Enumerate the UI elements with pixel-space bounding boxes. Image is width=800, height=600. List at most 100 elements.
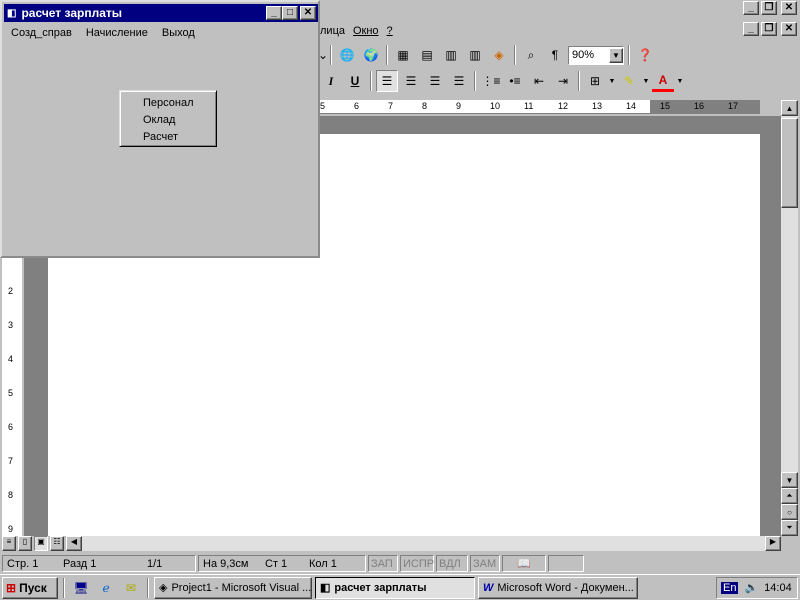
- insert-hyperlink-icon[interactable]: 🌐: [336, 44, 358, 66]
- scroll-left-icon[interactable]: ◀: [66, 536, 82, 551]
- drawing-icon[interactable]: ◈: [488, 44, 510, 66]
- italic-icon[interactable]: I: [320, 70, 342, 92]
- scroll-thumb[interactable]: [781, 118, 798, 208]
- show-hide-icon[interactable]: ¶: [544, 44, 566, 66]
- form-app-icon[interactable]: ◧: [7, 8, 16, 19]
- tables-borders-icon[interactable]: ▦: [392, 44, 414, 66]
- print-layout-icon[interactable]: ▣: [34, 536, 48, 551]
- borders-icon[interactable]: ⊞: [584, 70, 606, 92]
- system-tray: En 🔈 14:04: [716, 576, 798, 599]
- outline-view-icon[interactable]: ☷: [50, 536, 64, 551]
- hscroll-track[interactable]: [82, 536, 765, 551]
- language-indicator[interactable]: En: [721, 581, 739, 594]
- task-word[interactable]: W Microsoft Word - Докумен...: [478, 576, 638, 599]
- vb-icon: ◈: [159, 582, 168, 594]
- menu-create-cert[interactable]: Созд_справ: [11, 27, 72, 39]
- scroll-down-icon[interactable]: ▼: [781, 472, 798, 488]
- word-menubar: лица Окно ?: [320, 22, 393, 40]
- show-desktop-icon[interactable]: 🖥: [70, 577, 92, 599]
- horizontal-ruler[interactable]: 5 6 7 8 9 10 11 12 13 14 15 16 17: [320, 100, 760, 114]
- justify-icon[interactable]: ☰: [448, 70, 470, 92]
- status-rec[interactable]: ЗАП: [368, 555, 398, 572]
- insert-excel-icon[interactable]: ▥: [440, 44, 462, 66]
- horizontal-scrollbar[interactable]: ≡ ▯ ▣ ☷ ◀ ▶: [0, 536, 781, 552]
- doc-close-button[interactable]: ✕: [781, 22, 797, 36]
- menu-help[interactable]: ?: [387, 25, 393, 37]
- doc-window-controls: _ ❐ ✕: [743, 22, 797, 39]
- next-page-icon[interactable]: ⏷: [781, 520, 798, 536]
- vertical-ruler[interactable]: 2 3 4 5 6 7 8 9: [2, 258, 22, 536]
- form-title-bar[interactable]: ◧ расчет зарплаты _ □ ✕: [4, 4, 318, 22]
- word-icon: W: [483, 581, 494, 594]
- minimize-button[interactable]: _: [743, 1, 759, 15]
- standard-toolbar: ⌄ 🌐 🌍 ▦ ▤ ▥ ▥ ◈ ⌕ ¶ 90% ▼ ❓: [318, 42, 656, 68]
- form-icon: ◧: [320, 582, 331, 594]
- internet-explorer-icon[interactable]: ℯ: [95, 577, 117, 599]
- form-close-button[interactable]: ✕: [300, 6, 316, 20]
- form-maximize-button[interactable]: □: [282, 6, 298, 20]
- align-left-icon[interactable]: ☰: [376, 70, 398, 92]
- close-button[interactable]: ✕: [781, 1, 797, 15]
- menu-window[interactable]: Окно: [353, 25, 379, 37]
- normal-view-icon[interactable]: ≡: [2, 536, 16, 551]
- underline-icon[interactable]: U: [344, 70, 366, 92]
- clock[interactable]: 14:04: [764, 582, 792, 594]
- font-color-icon[interactable]: A: [652, 70, 674, 92]
- columns-icon[interactable]: ▥: [464, 44, 486, 66]
- bullets-icon[interactable]: •≡: [504, 70, 526, 92]
- speaker-icon[interactable]: 🔈: [744, 581, 758, 594]
- status-bar: Стр. 1 Разд 1 1/1 На 9,3см Ст 1 Кол 1 ЗА…: [0, 553, 800, 573]
- office-assistant-icon[interactable]: ❓: [634, 44, 656, 66]
- numbering-icon[interactable]: ⋮≡: [480, 70, 502, 92]
- scroll-right-icon[interactable]: ▶: [765, 536, 781, 551]
- chevron-down-icon[interactable]: ▼: [676, 70, 684, 92]
- web-layout-icon[interactable]: ▯: [18, 536, 32, 551]
- increase-indent-icon[interactable]: ⇥: [552, 70, 574, 92]
- chevron-down-icon[interactable]: ▼: [608, 70, 616, 92]
- ruler-tick-label: 8: [8, 490, 14, 500]
- vertical-scrollbar[interactable]: ▲ ▼ ⏶ ○ ⏷: [781, 100, 798, 536]
- formatting-toolbar: I U ☰ ☰ ☰ ☰ ⋮≡ •≡ ⇤ ⇥ ⊞ ▼ ✎ ▼ A ▼: [320, 68, 684, 94]
- scroll-up-icon[interactable]: ▲: [781, 100, 798, 116]
- menu-table[interactable]: лица: [320, 25, 345, 37]
- document-map-icon[interactable]: ⌕: [520, 44, 542, 66]
- chevron-icon[interactable]: ⌄: [318, 44, 328, 66]
- previous-page-icon[interactable]: ⏶: [781, 488, 798, 504]
- ruler-tick-label: 6: [354, 101, 360, 111]
- menu-accrual[interactable]: Начисление: [86, 27, 148, 39]
- menu-exit[interactable]: Выход: [162, 27, 195, 39]
- status-ext[interactable]: ВДЛ: [436, 555, 468, 572]
- align-center-icon[interactable]: ☰: [400, 70, 422, 92]
- ruler-tick-label: 9: [8, 524, 14, 534]
- doc-minimize-button[interactable]: _: [743, 22, 759, 36]
- ruler-tick-label: 13: [592, 101, 603, 111]
- decrease-indent-icon[interactable]: ⇤: [528, 70, 550, 92]
- restore-button[interactable]: ❐: [761, 1, 777, 15]
- status-pages: 1/1: [147, 557, 163, 570]
- chevron-down-icon[interactable]: ▼: [642, 70, 650, 92]
- task-salary-form[interactable]: ◧ расчет зарплаты: [315, 576, 475, 599]
- menu-item-salary[interactable]: Оклад: [120, 112, 216, 129]
- menu-item-calculation[interactable]: Расчет: [120, 129, 216, 146]
- web-toolbar-icon[interactable]: 🌍: [360, 44, 382, 66]
- status-trk[interactable]: ИСПР: [400, 555, 434, 572]
- browse-object-icon[interactable]: ○: [781, 504, 798, 520]
- align-right-icon[interactable]: ☰: [424, 70, 446, 92]
- status-section: Разд 1: [63, 557, 97, 570]
- zoom-combo[interactable]: 90% ▼: [568, 45, 624, 65]
- chevron-down-icon[interactable]: ▼: [609, 47, 623, 63]
- task-vb-project[interactable]: ◈ Project1 - Microsoft Visual ...: [154, 576, 312, 599]
- doc-restore-button[interactable]: ❐: [761, 22, 777, 36]
- start-button[interactable]: ⊞ Пуск: [2, 576, 58, 599]
- insert-table-icon[interactable]: ▤: [416, 44, 438, 66]
- menu-item-personnel[interactable]: Персонал: [120, 95, 216, 112]
- ruler-tick-label: 3: [8, 320, 14, 330]
- status-ovr[interactable]: ЗАМ: [470, 555, 500, 572]
- highlight-icon[interactable]: ✎: [618, 70, 640, 92]
- ruler-tick-label: 9: [456, 101, 462, 111]
- status-column: Кол 1: [309, 557, 337, 570]
- form-minimize-button[interactable]: _: [266, 6, 282, 20]
- vb-form-window[interactable]: ◧ расчет зарплаты _ □ ✕ Созд_справ Начис…: [0, 0, 320, 258]
- outlook-express-icon[interactable]: ✉: [120, 577, 142, 599]
- spelling-book-icon[interactable]: 📖: [502, 555, 546, 572]
